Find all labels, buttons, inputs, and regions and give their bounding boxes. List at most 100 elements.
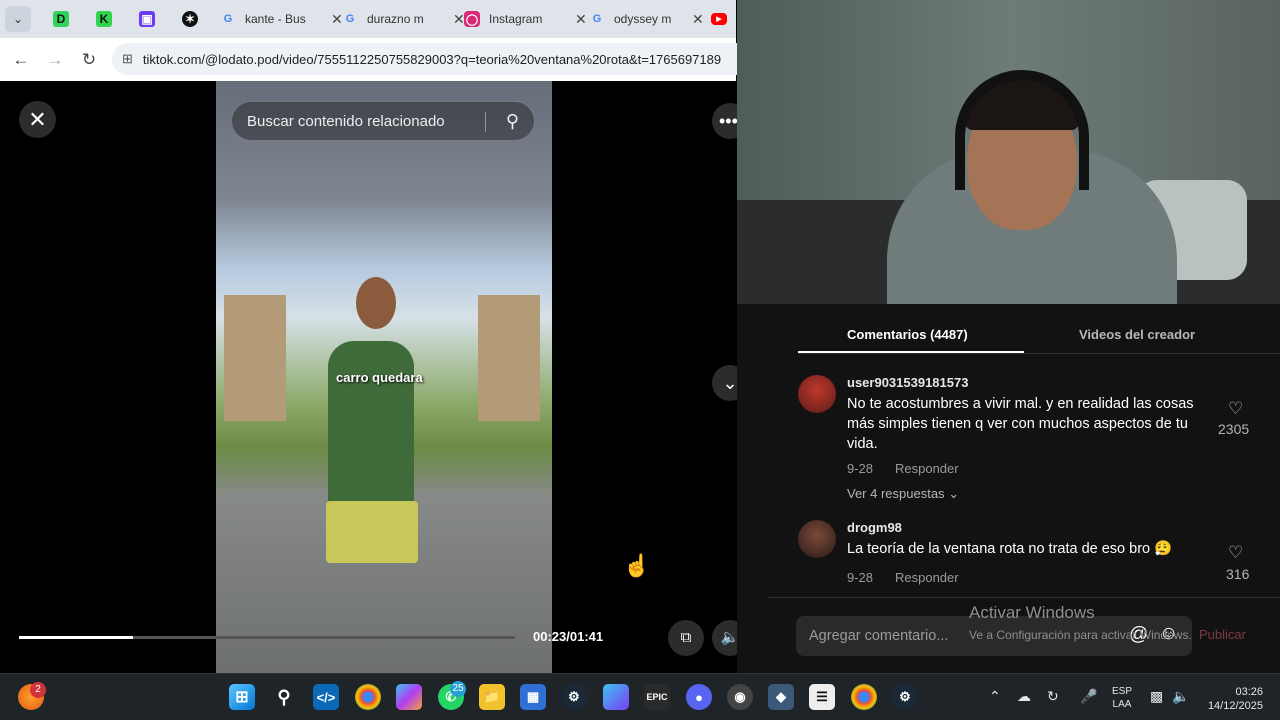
related-search-input[interactable]: Buscar contenido relacionado ⚲ xyxy=(231,101,535,141)
bridge-pillar-left xyxy=(224,295,286,421)
video-progress-bar[interactable] xyxy=(19,636,515,639)
video-caption: carro quedara xyxy=(336,370,423,385)
comment-username[interactable]: user9031539181573 xyxy=(847,375,968,390)
video-progress-fill xyxy=(19,636,134,639)
close-tab-icon[interactable]: ✕ xyxy=(692,11,704,28)
view-replies-button[interactable]: Ver 4 respuestas ⌄ xyxy=(847,486,959,502)
tab-title: durazno m xyxy=(367,12,424,26)
microsoft-store-icon[interactable]: ▦ xyxy=(520,684,546,710)
browser-tab[interactable]: G kante - Bus ✕ xyxy=(220,5,343,33)
youtube-tab[interactable]: ▶ xyxy=(711,5,736,33)
avatar[interactable] xyxy=(798,375,836,413)
clock-time: 03:26 xyxy=(1235,686,1263,698)
comments-panel: Comentarios (4487) Videos del creador us… xyxy=(737,304,1280,673)
comment-text: No te acostumbres a vivir mal. y en real… xyxy=(847,396,1194,452)
obs-icon[interactable]: ◉ xyxy=(727,684,753,710)
instagram-icon: ◯ xyxy=(464,11,480,27)
windows-start-icon[interactable]: ⊞ xyxy=(229,684,255,710)
search-divider xyxy=(485,112,486,132)
picture-in-picture-icon[interactable]: ⧉ xyxy=(668,620,704,656)
reply-button[interactable]: Responder xyxy=(895,570,959,585)
show-hidden-icons-chevron-icon[interactable]: ⌃ xyxy=(989,688,1001,705)
pinned-tab-d[interactable]: D xyxy=(48,6,74,32)
pinned-tab-purple[interactable]: ▣ xyxy=(134,6,160,32)
close-tab-icon[interactable]: ✕ xyxy=(453,11,465,28)
app-icon-blue[interactable]: ◆ xyxy=(768,684,794,710)
reload-icon[interactable]: ↻ xyxy=(72,50,106,70)
sync-icon[interactable]: ↻ xyxy=(1047,688,1059,705)
m365-copilot-icon[interactable] xyxy=(603,684,629,710)
pinned-tab-openai[interactable]: ✶ xyxy=(177,6,203,32)
youtube-icon: ▶ xyxy=(711,13,727,25)
search-icon[interactable]: ⚲ xyxy=(506,111,519,132)
browser-tab[interactable]: G durazno m ✕ xyxy=(342,5,465,33)
tab-title: odyssey m xyxy=(614,12,672,26)
tab-search-dropdown[interactable]: ⌄ xyxy=(5,6,31,32)
search-icon[interactable]: ⚲ xyxy=(271,684,297,710)
system-clock[interactable]: 03:26 14/12/2025 xyxy=(1203,685,1263,713)
activate-windows-title: Activar Windows xyxy=(969,603,1095,622)
chrome-active-icon[interactable] xyxy=(851,684,877,710)
steam-tray-icon[interactable]: ⚙ xyxy=(892,684,918,710)
url-field[interactable]: ⊞ tiktok.com/@lodato.pod/video/755511225… xyxy=(112,43,752,75)
network-icon[interactable]: ▩ xyxy=(1150,688,1163,705)
google-icon: G xyxy=(223,13,233,25)
tab-title: Instagram xyxy=(489,12,543,26)
copilot-icon[interactable] xyxy=(396,684,422,710)
onedrive-icon[interactable]: ☁ xyxy=(1017,688,1031,705)
hand-cursor-icon: ☝ xyxy=(623,553,651,578)
browser-tab[interactable]: ◯ Instagram ✕ xyxy=(464,5,587,33)
capcut-icon[interactable]: ☰ xyxy=(809,684,835,710)
epic-games-icon[interactable]: EPIC xyxy=(644,684,670,710)
tab-comments[interactable]: Comentarios (4487) xyxy=(847,327,968,342)
close-tab-icon[interactable]: ✕ xyxy=(575,11,587,28)
forward-arrow-icon[interactable]: → xyxy=(38,50,72,70)
chrome-icon[interactable] xyxy=(355,684,381,710)
tab-divider xyxy=(798,353,1280,354)
google-icon: G xyxy=(345,13,355,25)
language-indicator[interactable]: ESP LAA xyxy=(1112,685,1132,711)
avatar[interactable] xyxy=(798,520,836,558)
reply-button[interactable]: Responder xyxy=(895,461,959,476)
notification-badge: 2 xyxy=(30,682,46,698)
like-count: 2305 xyxy=(1218,421,1250,437)
video-time: 00:23/01:41 xyxy=(533,629,604,644)
keyboard-layout: LAA xyxy=(1112,699,1132,710)
comment-username[interactable]: drogm98 xyxy=(847,520,902,535)
url-text: tiktok.com/@lodato.pod/video/75551122507… xyxy=(142,51,722,67)
panel-divider xyxy=(768,597,1280,598)
webcam-overlay xyxy=(737,0,1280,304)
like-count: 316 xyxy=(1226,566,1250,582)
back-arrow-icon[interactable]: ← xyxy=(4,50,38,70)
chevron-down-icon: ⌄ xyxy=(948,486,960,501)
bridge-pillar-right xyxy=(478,295,540,421)
microphone-icon[interactable]: 🎤 xyxy=(1080,688,1097,705)
heart-icon[interactable]: ♡ xyxy=(1228,399,1243,419)
site-settings-icon[interactable]: ⊞ xyxy=(122,51,133,67)
tab-creator-videos[interactable]: Videos del creador xyxy=(1079,327,1195,342)
related-search-placeholder: Buscar contenido relacionado xyxy=(247,112,445,130)
publish-button[interactable]: Publicar xyxy=(1199,627,1246,642)
comment-placeholder: Agregar comentario... xyxy=(809,628,949,644)
google-icon: G xyxy=(592,13,602,25)
clock-date: 14/12/2025 xyxy=(1207,700,1263,712)
address-bar-row: ← → ↻ ⊞ tiktok.com/@lodato.pod/video/755… xyxy=(0,38,752,81)
video-frame[interactable]: carro quedara Buscar contenido relaciona… xyxy=(216,81,552,673)
discord-icon[interactable]: ● xyxy=(686,684,712,710)
speaker-icon[interactable]: 🔈 xyxy=(1172,688,1189,705)
person-shorts xyxy=(326,501,418,563)
close-video-button[interactable]: ✕ xyxy=(19,101,56,138)
browser-tab[interactable]: G odyssey m ✕ xyxy=(589,5,704,33)
comment-date: 9-28 xyxy=(847,570,874,585)
comment-text: La teoría de la ventana rota no trata de… xyxy=(847,541,1173,557)
heart-icon[interactable]: ♡ xyxy=(1228,543,1243,563)
file-explorer-icon[interactable]: 📁 xyxy=(479,684,505,710)
close-tab-icon[interactable]: ✕ xyxy=(331,11,343,28)
comment-date: 9-28 xyxy=(847,461,874,476)
pinned-tab-k[interactable]: K xyxy=(91,6,117,32)
tab-title: kante - Bus xyxy=(245,12,306,26)
activate-windows-subtitle: Ve a Configuración para activar Windows. xyxy=(969,628,1192,642)
browser-tab-bar: ⌄ D K ▣ ✶ G kante - Bus ✕ G durazno m ✕ … xyxy=(0,0,736,38)
vscode-icon[interactable]: </> xyxy=(313,684,339,710)
steam-icon[interactable]: ⚙ xyxy=(561,684,587,710)
